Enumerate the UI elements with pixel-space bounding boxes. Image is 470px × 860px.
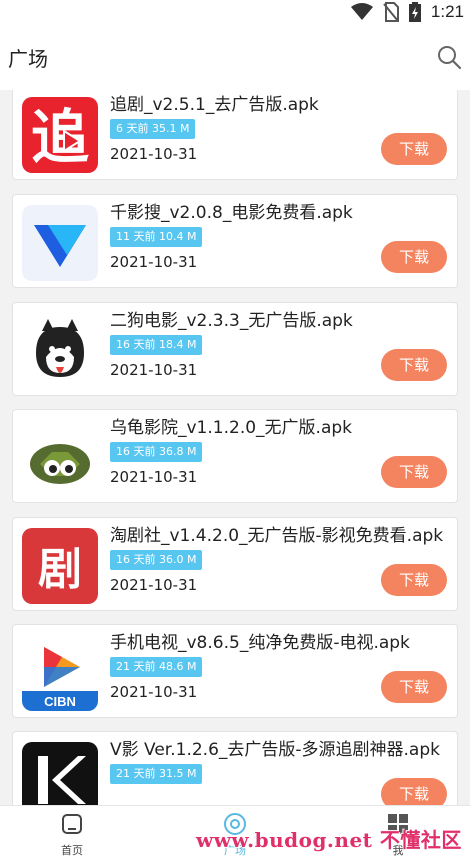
app-date: 2021-10-31 xyxy=(110,145,198,163)
app-meta-badge: 16 天前 36.8 M xyxy=(110,442,203,462)
ergou-dog-icon xyxy=(22,313,98,389)
top-bar: 广场 xyxy=(0,24,470,90)
app-meta-badge: 21 天前 31.5 M xyxy=(110,764,203,784)
app-meta-badge: 16 天前 36.0 M xyxy=(110,550,203,570)
tab-label: 广场 xyxy=(224,844,246,857)
app-date: 2021-10-31 xyxy=(110,468,198,486)
app-name[interactable]: 千影搜_v2.0.8_电影免费看.apk xyxy=(110,198,450,223)
tab-label: 我 xyxy=(392,844,404,857)
tab-square[interactable]: 广场 xyxy=(195,812,275,858)
download-button[interactable]: 下载 xyxy=(381,564,447,596)
grid-icon xyxy=(388,814,408,834)
download-button[interactable]: 下载 xyxy=(381,133,447,165)
taojushe-icon: 剧 xyxy=(22,528,98,604)
app-meta-badge: 21 天前 48.6 M xyxy=(110,657,203,677)
list-item[interactable]: 剧 淘剧社_v1.4.2.0_无广告版-影视免费看.apk 16 天前 36.0… xyxy=(12,517,458,611)
app-name[interactable]: 淘剧社_v1.4.2.0_无广告版-影视免费看.apk xyxy=(110,521,450,546)
tab-me[interactable]: 我 xyxy=(358,812,438,858)
tab-home[interactable]: 首页 xyxy=(32,812,112,858)
app-list[interactable]: 追 追剧_v2.5.1_去广告版.apk 6 天前 35.1 M 2021-10… xyxy=(0,90,470,805)
aperture-icon xyxy=(224,813,246,835)
download-button[interactable]: 下载 xyxy=(381,241,447,273)
app-date: 2021-10-31 xyxy=(110,253,198,271)
status-bar: 1:21 xyxy=(0,0,470,24)
turtle-icon xyxy=(22,420,98,496)
download-button[interactable]: 下载 xyxy=(381,456,447,488)
qianying-icon xyxy=(22,205,98,281)
list-item[interactable]: 千影搜_v2.0.8_电影免费看.apk 11 天前 10.4 M 2021-1… xyxy=(12,194,458,288)
download-button[interactable]: 下载 xyxy=(381,671,447,703)
svg-text:CIBN: CIBN xyxy=(44,694,76,709)
cibn-icon: CIBN xyxy=(22,635,98,711)
home-icon xyxy=(62,814,82,834)
app-date: 2021-10-31 xyxy=(110,576,198,594)
app-meta-badge: 16 天前 18.4 M xyxy=(110,335,203,355)
search-icon[interactable] xyxy=(436,44,462,70)
list-item[interactable]: CIBN 手机电视_v8.6.5_纯净免费版-电视.apk 21 天前 48.6… xyxy=(12,624,458,718)
app-date: 2021-10-31 xyxy=(110,683,198,701)
list-item[interactable]: 乌龟影院_v1.1.2.0_无广版.apk 16 天前 36.8 M 2021-… xyxy=(12,409,458,503)
app-name[interactable]: 追剧_v2.5.1_去广告版.apk xyxy=(110,90,450,115)
vying-icon xyxy=(22,742,98,805)
app-date: 2021-10-31 xyxy=(110,361,198,379)
app-name[interactable]: 二狗电影_v2.3.3_无广告版.apk xyxy=(110,306,450,331)
no-sim-icon xyxy=(383,2,399,22)
zhuiju-icon: 追 xyxy=(22,97,98,173)
battery-charging-icon xyxy=(408,2,421,22)
app-name[interactable]: 乌龟影院_v1.1.2.0_无广版.apk xyxy=(110,413,450,438)
list-item[interactable]: V影 Ver.1.2.6_去广告版-多源追剧神器.apk 21 天前 31.5 … xyxy=(12,731,458,805)
bottom-tab-bar: 首页 广场 我 xyxy=(0,805,470,860)
wifi-icon xyxy=(350,3,373,20)
download-button[interactable]: 下载 xyxy=(381,349,447,381)
app-name[interactable]: V影 Ver.1.2.6_去广告版-多源追剧神器.apk xyxy=(110,735,450,760)
app-meta-badge: 6 天前 35.1 M xyxy=(110,119,196,139)
list-item[interactable]: 二狗电影_v2.3.3_无广告版.apk 16 天前 18.4 M 2021-1… xyxy=(12,302,458,396)
download-button[interactable]: 下载 xyxy=(381,778,447,805)
svg-text:剧: 剧 xyxy=(38,544,82,595)
app-meta-badge: 11 天前 10.4 M xyxy=(110,227,203,247)
status-time: 1:21 xyxy=(430,2,464,21)
page-title: 广场 xyxy=(8,46,48,71)
app-name[interactable]: 手机电视_v8.6.5_纯净免费版-电视.apk xyxy=(110,628,450,653)
list-item[interactable]: 追 追剧_v2.5.1_去广告版.apk 6 天前 35.1 M 2021-10… xyxy=(12,90,458,180)
svg-text:追: 追 xyxy=(31,103,89,171)
tab-label: 首页 xyxy=(61,844,83,857)
